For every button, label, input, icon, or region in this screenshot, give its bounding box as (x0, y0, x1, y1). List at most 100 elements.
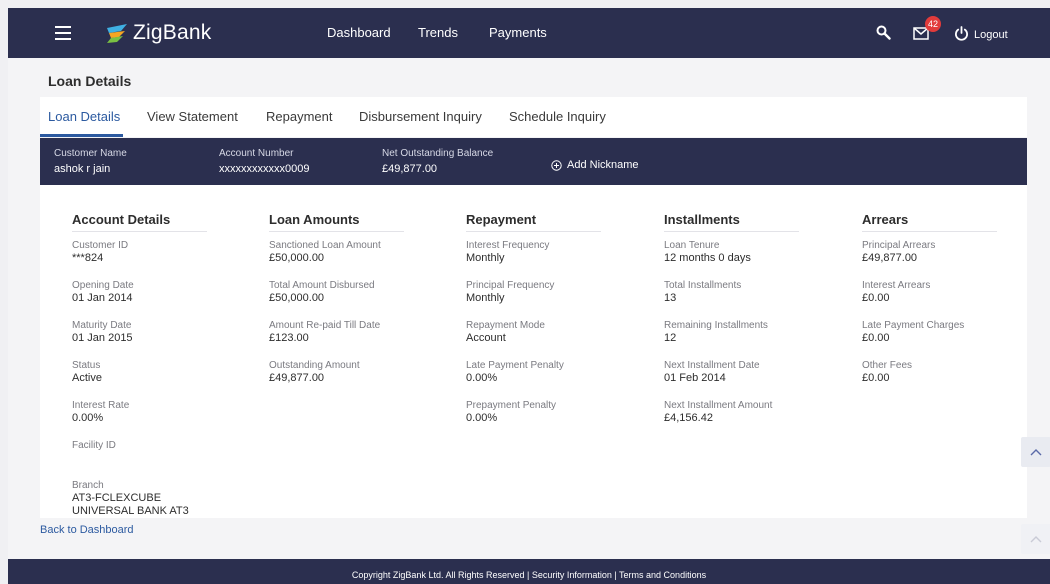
account-details-section: Account Details Customer ID ***824 Openi… (72, 212, 207, 517)
field-value: 01 Jan 2015 (72, 332, 133, 344)
field-label: Next Installment Date (664, 360, 760, 371)
field-total-amount-disbursed: Total Amount Disbursed £50,000.00 (269, 280, 404, 312)
section-heading: Loan Amounts (269, 212, 404, 232)
field-label: Interest Frequency (466, 240, 550, 251)
chevron-up-icon (1030, 536, 1042, 543)
field-value: £50,000.00 (269, 252, 325, 264)
account-summary-band: Customer Name ashok r jain Account Numbe… (40, 138, 1027, 185)
field-loan-tenure: Loan Tenure 12 months 0 days (664, 240, 799, 272)
field-total-installments: Total Installments 13 (664, 280, 799, 312)
tab-bar: Loan Details View Statement Repayment Di… (40, 97, 1027, 137)
field-value: £0.00 (862, 332, 890, 344)
field-label: Branch (72, 480, 104, 491)
field-label: Next Installment Amount (664, 400, 773, 411)
account-number-label: Account Number (219, 148, 294, 159)
field-label: Interest Rate (72, 400, 130, 411)
field-label: Maturity Date (72, 320, 132, 331)
field-sanctioned-loan-amount: Sanctioned Loan Amount £50,000.00 (269, 240, 404, 272)
field-principal-arrears: Principal Arrears £49,877.00 (862, 240, 997, 272)
field-value: AT3-FCLEXCUBE (72, 492, 162, 504)
field-principal-frequency: Principal Frequency Monthly (466, 280, 601, 312)
section-heading: Account Details (72, 212, 207, 232)
arrears-section: Arrears Principal Arrears £49,877.00 Int… (862, 212, 997, 392)
hamburger-menu-icon[interactable] (55, 26, 71, 40)
tab-schedule-inquiry[interactable]: Schedule Inquiry (509, 109, 606, 124)
field-label: Repayment Mode (466, 320, 545, 331)
brand-name: ZigBank (133, 21, 212, 44)
field-label: Amount Re-paid Till Date (269, 320, 381, 331)
field-value: 01 Jan 2014 (72, 292, 133, 304)
section-heading: Repayment (466, 212, 601, 232)
tab-view-statement[interactable]: View Statement (147, 109, 238, 124)
field-value: 0.00% (466, 372, 498, 384)
field-label: Late Payment Charges (862, 320, 965, 331)
field-label: Interest Arrears (862, 280, 931, 291)
field-value: Account (466, 332, 506, 344)
logout-button[interactable]: Logout (974, 29, 1008, 41)
field-label: Other Fees (862, 360, 913, 371)
field-label: Sanctioned Loan Amount (269, 240, 381, 251)
field-amount-repaid: Amount Re-paid Till Date £123.00 (269, 320, 404, 352)
field-next-installment-amount: Next Installment Amount £4,156.42 (664, 400, 799, 432)
power-icon[interactable] (954, 26, 969, 41)
section-heading: Arrears (862, 212, 997, 232)
field-label: Facility ID (72, 440, 116, 451)
search-icon[interactable] (876, 25, 891, 40)
add-nickname-label: Add Nickname (567, 159, 639, 171)
field-value: 13 (664, 292, 677, 304)
field-value-line2: UNIVERSAL BANK AT3 (72, 505, 189, 517)
field-value: ***824 (72, 252, 104, 264)
add-nickname-button[interactable]: Add Nickname (551, 159, 639, 171)
field-label: Principal Frequency (466, 280, 555, 291)
field-label: Late Payment Penalty (466, 360, 564, 371)
field-value: £123.00 (269, 332, 309, 344)
field-label: Total Amount Disbursed (269, 280, 375, 291)
field-value: 12 (664, 332, 677, 344)
tab-disbursement-inquiry[interactable]: Disbursement Inquiry (359, 109, 482, 124)
field-label: Customer ID (72, 240, 129, 251)
repayment-section: Repayment Interest Frequency Monthly Pri… (466, 212, 601, 432)
field-interest-frequency: Interest Frequency Monthly (466, 240, 601, 272)
field-value: Monthly (466, 252, 505, 264)
field-label: Opening Date (72, 280, 134, 291)
installments-section: Installments Loan Tenure 12 months 0 day… (664, 212, 799, 432)
active-tab-indicator (40, 134, 123, 137)
field-value: £50,000.00 (269, 292, 325, 304)
field-label: Total Installments (664, 280, 742, 291)
field-repayment-mode: Repayment Mode Account (466, 320, 601, 352)
plus-circle-icon (551, 159, 562, 171)
field-opening-date: Opening Date 01 Jan 2014 (72, 280, 207, 312)
tab-repayment[interactable]: Repayment (266, 109, 332, 124)
field-late-payment-charges: Late Payment Charges £0.00 (862, 320, 997, 352)
back-to-dashboard-link[interactable]: Back to Dashboard (40, 524, 134, 536)
chevron-up-icon (1030, 449, 1042, 456)
scroll-to-top-button[interactable] (1021, 437, 1050, 467)
field-value: £4,156.42 (664, 412, 713, 424)
notification-badge: 42 (925, 16, 941, 32)
field-maturity-date: Maturity Date 01 Jan 2015 (72, 320, 207, 352)
footer: Copyright ZigBank Ltd. All Rights Reserv… (8, 559, 1050, 584)
nav-payments[interactable]: Payments (489, 25, 547, 40)
field-value: 0.00% (466, 412, 498, 424)
field-status: Status Active (72, 360, 207, 392)
section-heading: Installments (664, 212, 799, 232)
tab-loan-details[interactable]: Loan Details (48, 109, 120, 124)
footer-text[interactable]: Copyright ZigBank Ltd. All Rights Reserv… (352, 570, 706, 580)
nav-trends[interactable]: Trends (418, 25, 458, 40)
field-remaining-installments: Remaining Installments 12 (664, 320, 799, 352)
scroll-up-button-faded[interactable] (1021, 524, 1050, 554)
field-value: 01 Feb 2014 (664, 372, 726, 384)
balance-label: Net Outstanding Balance (382, 148, 494, 159)
field-value: £0.00 (862, 372, 890, 384)
account-number-value: xxxxxxxxxxxx0009 (219, 163, 310, 175)
field-label: Principal Arrears (862, 240, 936, 251)
field-label: Remaining Installments (664, 320, 768, 331)
field-outstanding-amount: Outstanding Amount £49,877.00 (269, 360, 404, 392)
brand-logo[interactable]: ZigBank (105, 20, 211, 46)
field-other-fees: Other Fees £0.00 (862, 360, 997, 392)
nav-dashboard[interactable]: Dashboard (327, 25, 391, 40)
field-facility-id: Facility ID (72, 440, 207, 472)
field-prepayment-penalty: Prepayment Penalty 0.00% (466, 400, 601, 432)
field-value: 12 months 0 days (664, 252, 751, 264)
customer-name-label: Customer Name (54, 148, 127, 159)
